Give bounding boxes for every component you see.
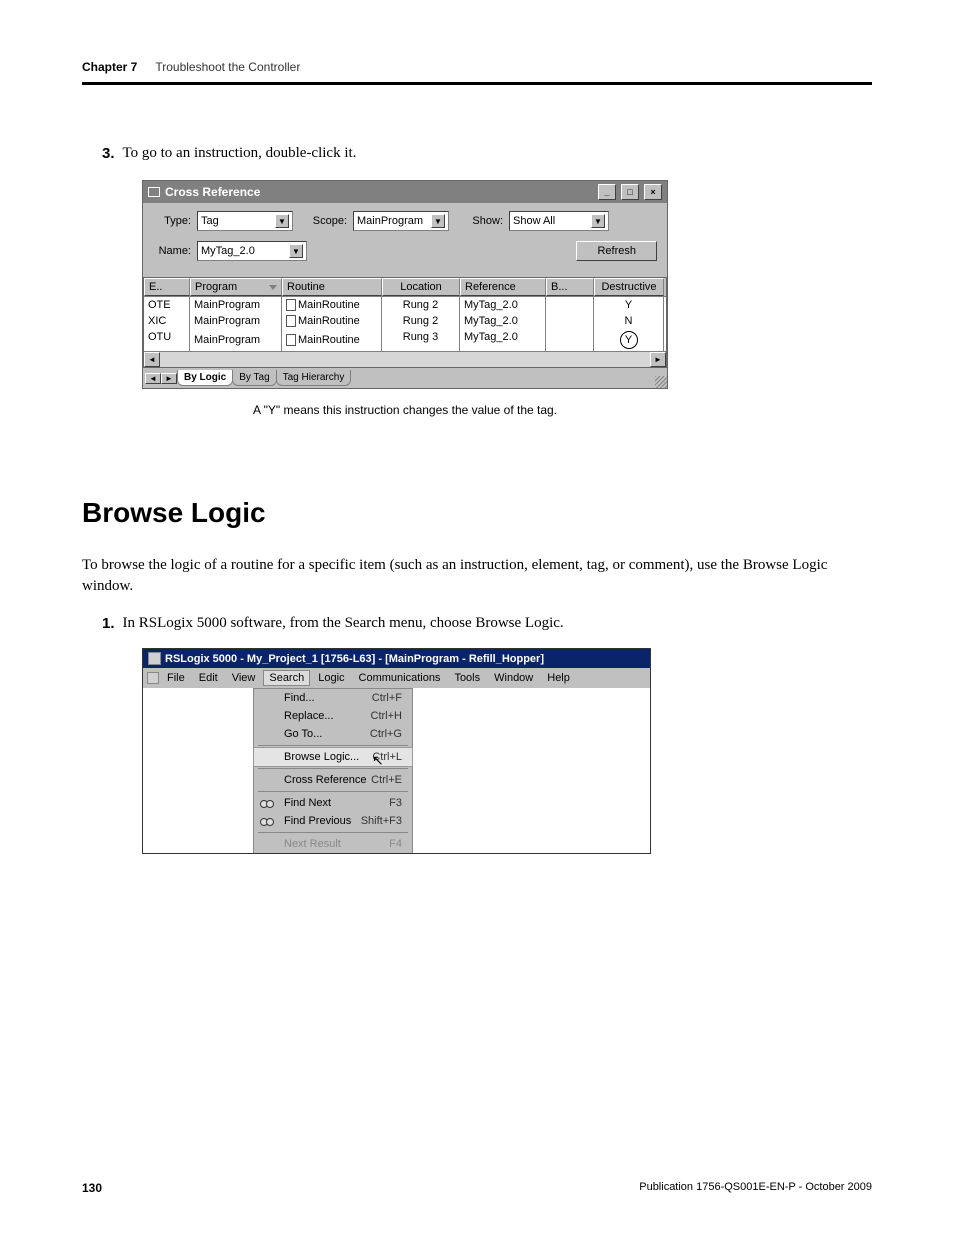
menu-tools[interactable]: Tools (448, 670, 486, 686)
name-label: Name: (153, 245, 191, 257)
separator (258, 832, 408, 833)
tab-scroll-left-icon[interactable]: ◄ (145, 373, 161, 384)
resize-grip-icon[interactable] (655, 376, 667, 388)
col-program[interactable]: Program (190, 278, 282, 296)
menu-logic[interactable]: Logic (312, 670, 350, 686)
menubar: File Edit View Search Logic Communicatio… (143, 668, 650, 688)
window-title: RSLogix 5000 - My_Project_1 [1756-L63] -… (165, 653, 544, 665)
menu-item[interactable]: Browse Logic...Ctrl+L↖ (253, 747, 413, 767)
col-routine[interactable]: Routine (282, 278, 382, 296)
left-pane (143, 688, 253, 853)
col-element[interactable]: E.. (144, 278, 190, 296)
type-combo[interactable]: Tag ▼ (197, 211, 293, 231)
chapter-label: Chapter 7 (82, 60, 137, 74)
routine-icon (286, 299, 296, 311)
table-row[interactable]: XICMainProgramMainRoutineRung 2MyTag_2.0… (144, 313, 666, 329)
tab-scroll-right-icon[interactable]: ► (161, 373, 177, 384)
step-number: 3. (102, 145, 115, 162)
window-title: Cross Reference (165, 185, 260, 199)
tabs-row: ◄ ► By Logic By Tag Tag Hierarchy (143, 368, 667, 388)
horizontal-scrollbar[interactable]: ◄ ► (144, 351, 666, 367)
app-icon (148, 652, 161, 665)
document-area: Find...Ctrl+FReplace...Ctrl+HGo To...Ctr… (143, 688, 650, 853)
type-label: Type: (153, 215, 191, 227)
separator (258, 791, 408, 792)
binoculars-icon (260, 814, 274, 826)
body-paragraph: To browse the logic of a routine for a s… (82, 555, 872, 597)
cursor-icon: ↖ (372, 752, 384, 769)
results-grid: E.. Program Routine Location Reference B… (143, 277, 667, 368)
refresh-button[interactable]: Refresh (576, 241, 657, 261)
step-1: 1. In RSLogix 5000 software, from the Se… (102, 615, 872, 632)
menu-item[interactable]: Go To...Ctrl+G (254, 725, 412, 743)
chapter-title: Troubleshoot the Controller (155, 60, 300, 74)
menu-search[interactable]: Search (263, 670, 310, 686)
menu-item[interactable]: Find...Ctrl+F (254, 689, 412, 707)
window-titlebar[interactable]: Cross Reference _ □ × (143, 181, 667, 203)
step-number: 1. (102, 615, 115, 632)
routine-icon (286, 315, 296, 327)
doc-icon (147, 672, 159, 684)
name-combo[interactable]: MyTag_2.0 ▼ (197, 241, 307, 261)
menu-edit[interactable]: Edit (193, 670, 224, 686)
rslogix-window: RSLogix 5000 - My_Project_1 [1756-L63] -… (142, 648, 651, 854)
menu-item[interactable]: Replace...Ctrl+H (254, 707, 412, 725)
table-row[interactable]: OTEMainProgramMainRoutineRung 2MyTag_2.0… (144, 297, 666, 313)
col-base[interactable]: B... (546, 278, 594, 296)
separator (258, 768, 408, 769)
table-row[interactable]: OTUMainProgramMainRoutineRung 3MyTag_2.0… (144, 329, 666, 351)
tab-by-logic[interactable]: By Logic (177, 370, 233, 386)
routine-icon (286, 334, 296, 346)
menu-item[interactable]: Next ResultF4 (254, 835, 412, 853)
maximize-button[interactable]: □ (621, 184, 639, 200)
menu-item[interactable]: Cross ReferenceCtrl+E (254, 771, 412, 789)
dropdown-arrow-icon[interactable]: ▼ (289, 244, 303, 258)
tab-by-tag[interactable]: By Tag (232, 370, 276, 386)
search-dropdown: Find...Ctrl+FReplace...Ctrl+HGo To...Ctr… (253, 688, 413, 853)
cross-reference-window: Cross Reference _ □ × Type: Tag ▼ Scope:… (142, 180, 668, 389)
scroll-right-icon[interactable]: ► (650, 352, 666, 367)
col-destructive[interactable]: Destructive (594, 278, 664, 296)
scope-label: Scope: (309, 215, 347, 227)
dropdown-arrow-icon[interactable]: ▼ (431, 214, 445, 228)
dropdown-arrow-icon[interactable]: ▼ (591, 214, 605, 228)
right-pane (413, 688, 650, 853)
dropdown-arrow-icon[interactable]: ▼ (275, 214, 289, 228)
show-combo[interactable]: Show All ▼ (509, 211, 609, 231)
grid-header[interactable]: E.. Program Routine Location Reference B… (144, 278, 666, 297)
menu-file[interactable]: File (161, 670, 191, 686)
separator (258, 745, 408, 746)
col-reference[interactable]: Reference (460, 278, 546, 296)
window-titlebar[interactable]: RSLogix 5000 - My_Project_1 [1756-L63] -… (143, 649, 650, 668)
figure-caption: A "Y" means this instruction changes the… (142, 403, 668, 417)
minimize-button[interactable]: _ (598, 184, 616, 200)
col-location[interactable]: Location (382, 278, 460, 296)
show-label: Show: (465, 215, 503, 227)
scroll-left-icon[interactable]: ◄ (144, 352, 160, 367)
tab-tag-hierarchy[interactable]: Tag Hierarchy (276, 370, 352, 386)
sort-arrow-icon (269, 285, 277, 290)
menu-view[interactable]: View (226, 670, 262, 686)
step-text: To go to an instruction, double-click it… (123, 145, 357, 162)
publication-info: Publication 1756-QS001E-EN-P - October 2… (639, 1181, 872, 1195)
menu-item[interactable]: Find PreviousShift+F3 (254, 812, 412, 830)
scope-combo[interactable]: MainProgram ▼ (353, 211, 449, 231)
page-footer: 130 Publication 1756-QS001E-EN-P - Octob… (82, 1181, 872, 1195)
step-3: 3. To go to an instruction, double-click… (102, 145, 872, 162)
step-text: In RSLogix 5000 software, from the Searc… (123, 615, 564, 632)
form-area: Type: Tag ▼ Scope: MainProgram ▼ Show: S… (143, 203, 667, 275)
window-icon (148, 187, 160, 197)
close-button[interactable]: × (644, 184, 662, 200)
menu-help[interactable]: Help (541, 670, 576, 686)
menu-item[interactable]: Find NextF3 (254, 794, 412, 812)
binoculars-icon (260, 796, 274, 808)
section-title: Browse Logic (82, 497, 872, 529)
page-number: 130 (82, 1181, 102, 1195)
menu-communications[interactable]: Communications (353, 670, 447, 686)
menu-window[interactable]: Window (488, 670, 539, 686)
page-header: Chapter 7 Troubleshoot the Controller (82, 60, 872, 85)
